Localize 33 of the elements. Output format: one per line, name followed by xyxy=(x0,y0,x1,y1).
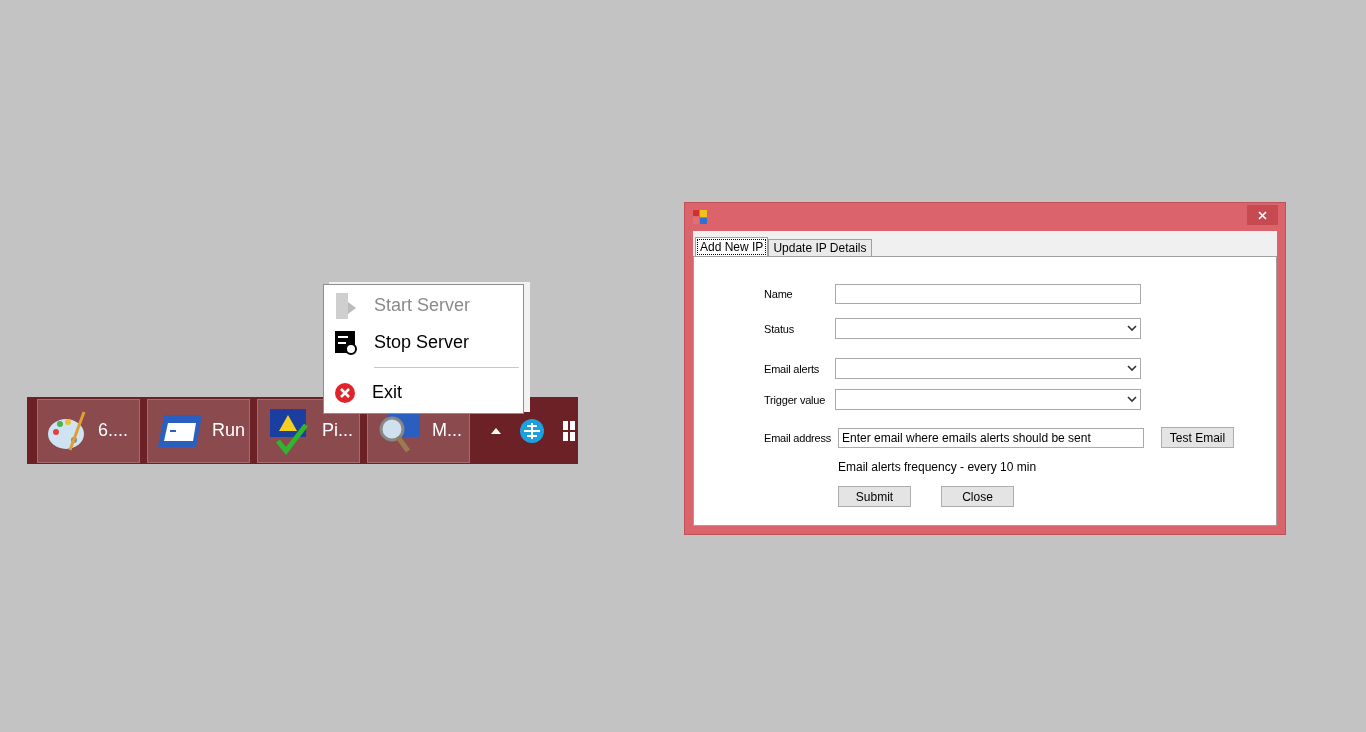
dropdown[interactable] xyxy=(835,318,1141,339)
taskbar-button[interactable]: Run xyxy=(147,398,250,463)
close-icon xyxy=(1258,210,1267,220)
window-icon xyxy=(156,412,204,449)
menu-item[interactable]: Stop Server xyxy=(326,324,521,362)
dropdown[interactable] xyxy=(835,389,1141,410)
test-email-button[interactable]: Test Email xyxy=(1161,427,1234,448)
globe-icon[interactable] xyxy=(519,417,545,444)
dialog-button[interactable]: Close xyxy=(941,486,1014,507)
chevron-down-icon xyxy=(1127,365,1137,372)
field-label: Trigger value xyxy=(764,393,827,406)
server-gear-icon xyxy=(334,329,358,356)
tab[interactable]: Update IP Details xyxy=(768,239,872,256)
field-label: Name xyxy=(764,288,794,300)
app-icon xyxy=(693,210,707,224)
text-field[interactable] xyxy=(835,284,1141,304)
field-label: Status xyxy=(764,322,795,335)
taskbar-button[interactable]: 6.... xyxy=(37,398,140,463)
field-label: Email alerts xyxy=(764,362,821,375)
dropdown[interactable] xyxy=(835,358,1141,379)
server-play-icon xyxy=(334,291,358,320)
chevron-down-icon xyxy=(1127,396,1137,403)
text-field[interactable]: Enter email where emails alerts should be sent xyxy=(838,427,1144,448)
up-arrow-icon[interactable] xyxy=(491,427,501,434)
close-icon xyxy=(334,381,356,404)
frequency-note: Email alerts frequency - every 10 min xyxy=(838,460,1038,474)
dialog-button[interactable]: Submit xyxy=(838,486,911,507)
tab[interactable]: Add New IP xyxy=(695,237,769,257)
grid-icon[interactable] xyxy=(563,418,575,443)
chevron-down-icon xyxy=(1127,325,1137,332)
close-button[interactable] xyxy=(1247,205,1278,225)
field-label: Email address xyxy=(764,431,833,444)
taskbar-button[interactable]: Pi... xyxy=(257,398,360,463)
